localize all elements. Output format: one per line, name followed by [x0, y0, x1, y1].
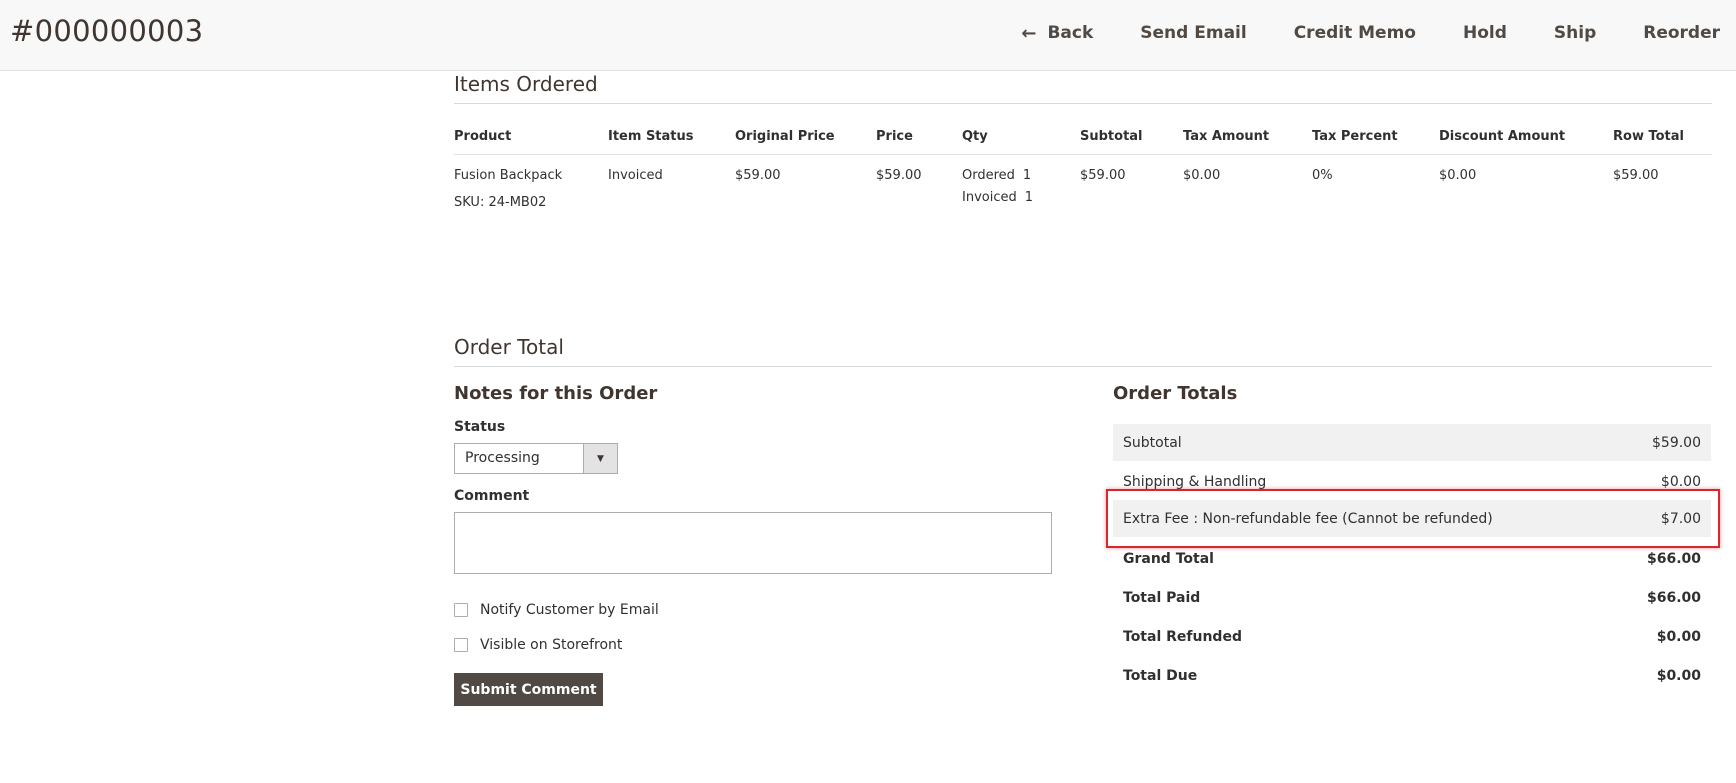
- qty-invoiced-label: Invoiced: [962, 190, 1017, 205]
- column-header: Tax Amount: [1183, 125, 1312, 155]
- notes-title: Notes for this Order: [454, 383, 658, 404]
- totals-row-total-paid: Total Paid $66.00: [1113, 579, 1711, 616]
- submit-comment-button[interactable]: Submit Comment: [454, 673, 603, 706]
- header-actions: ← Back Send Email Credit Memo Hold Ship …: [1021, 0, 1720, 66]
- column-header: Product: [454, 125, 608, 155]
- comment-label: Comment: [454, 488, 530, 504]
- items-ordered-title: Items Ordered: [454, 72, 1712, 104]
- table-row: Fusion Backpack SKU: 24-MB02 Invoiced $5…: [454, 155, 1712, 215]
- product-sku: SKU: 24-MB02: [454, 195, 547, 210]
- column-header: Item Status: [608, 125, 735, 155]
- status-select-value: Processing: [465, 450, 540, 466]
- credit-memo-button[interactable]: Credit Memo: [1294, 23, 1416, 43]
- qty-ordered: Ordered 1: [962, 165, 1080, 187]
- notify-customer-checkbox[interactable]: [454, 603, 468, 617]
- item-status-cell: Invoiced: [608, 168, 663, 183]
- order-totals-title: Order Totals: [1113, 383, 1238, 404]
- discount-amount-cell: $0.00: [1439, 168, 1477, 183]
- status-label: Status: [454, 419, 506, 435]
- totals-label: Total Paid: [1123, 589, 1201, 606]
- totals-value: $0.00: [1656, 628, 1701, 645]
- product-cell: Fusion Backpack SKU: 24-MB02: [454, 155, 608, 215]
- order-total-title: Order Total: [454, 335, 1712, 367]
- items-header-row: Product Item Status Original Price Price…: [454, 125, 1712, 155]
- totals-label: Total Refunded: [1123, 628, 1242, 645]
- back-button[interactable]: ← Back: [1021, 23, 1093, 44]
- totals-value: $59.00: [1652, 434, 1701, 451]
- original-price-cell: $59.00: [735, 168, 781, 183]
- column-header: Original Price: [735, 125, 876, 155]
- column-header: Subtotal: [1080, 125, 1183, 155]
- notify-customer-row[interactable]: Notify Customer by Email: [454, 602, 659, 618]
- order-notes-panel: Notes for this Order Status Processing ▼…: [454, 383, 1054, 706]
- qty-invoiced: Invoiced 1: [962, 187, 1080, 209]
- visible-storefront-label: Visible on Storefront: [480, 637, 623, 653]
- row-total-cell: $59.00: [1613, 168, 1659, 183]
- order-totals-panel: Order Totals Subtotal $59.00 Shipping & …: [1106, 383, 1720, 684]
- status-select[interactable]: Processing ▼: [454, 443, 618, 474]
- tax-percent-cell: 0%: [1312, 168, 1333, 183]
- totals-value: $0.00: [1660, 473, 1701, 490]
- items-table: Product Item Status Original Price Price…: [454, 125, 1712, 214]
- qty-ordered-label: Ordered: [962, 168, 1015, 183]
- tax-amount-cell: $0.00: [1183, 168, 1221, 183]
- column-header: Tax Percent: [1312, 125, 1439, 155]
- totals-row-subtotal: Subtotal $59.00: [1113, 424, 1711, 461]
- product-name: Fusion Backpack: [454, 168, 563, 183]
- comment-textarea[interactable]: [454, 512, 1052, 574]
- qty-ordered-value: 1: [1022, 168, 1032, 183]
- column-header: Qty: [962, 125, 1080, 155]
- totals-value: $0.00: [1656, 667, 1701, 684]
- back-button-label: Back: [1047, 23, 1094, 43]
- chevron-down-icon: ▼: [583, 444, 617, 473]
- totals-row-total-due: Total Due $0.00: [1113, 657, 1711, 694]
- column-header: Row Total: [1613, 125, 1712, 155]
- subtotal-cell: $59.00: [1080, 168, 1126, 183]
- price-cell: $59.00: [876, 168, 922, 183]
- totals-label: Subtotal: [1123, 434, 1182, 451]
- qty-invoiced-value: 1: [1024, 190, 1034, 205]
- totals-label: Total Due: [1123, 667, 1198, 684]
- totals-row-grand-total: Grand Total $66.00: [1113, 540, 1711, 577]
- visible-storefront-row[interactable]: Visible on Storefront: [454, 637, 622, 653]
- totals-label: Shipping & Handling: [1123, 473, 1267, 490]
- send-email-button[interactable]: Send Email: [1140, 23, 1246, 43]
- ship-button[interactable]: Ship: [1554, 23, 1596, 43]
- arrow-left-icon: ←: [1021, 22, 1037, 44]
- reorder-button[interactable]: Reorder: [1643, 23, 1720, 43]
- totals-row-total-refunded: Total Refunded $0.00: [1113, 618, 1711, 655]
- page-title: #000000003: [10, 14, 204, 48]
- notify-customer-label: Notify Customer by Email: [480, 602, 659, 618]
- visible-storefront-checkbox[interactable]: [454, 638, 468, 652]
- totals-value: $66.00: [1646, 589, 1701, 606]
- column-header: Price: [876, 125, 962, 155]
- hold-button[interactable]: Hold: [1463, 23, 1507, 43]
- totals-value: $66.00: [1646, 550, 1701, 567]
- column-header: Discount Amount: [1439, 125, 1613, 155]
- totals-label: Grand Total: [1123, 550, 1214, 567]
- qty-cell: Ordered 1 Invoiced 1: [962, 155, 1080, 215]
- page-header: #000000003 ← Back Send Email Credit Memo…: [0, 0, 1736, 71]
